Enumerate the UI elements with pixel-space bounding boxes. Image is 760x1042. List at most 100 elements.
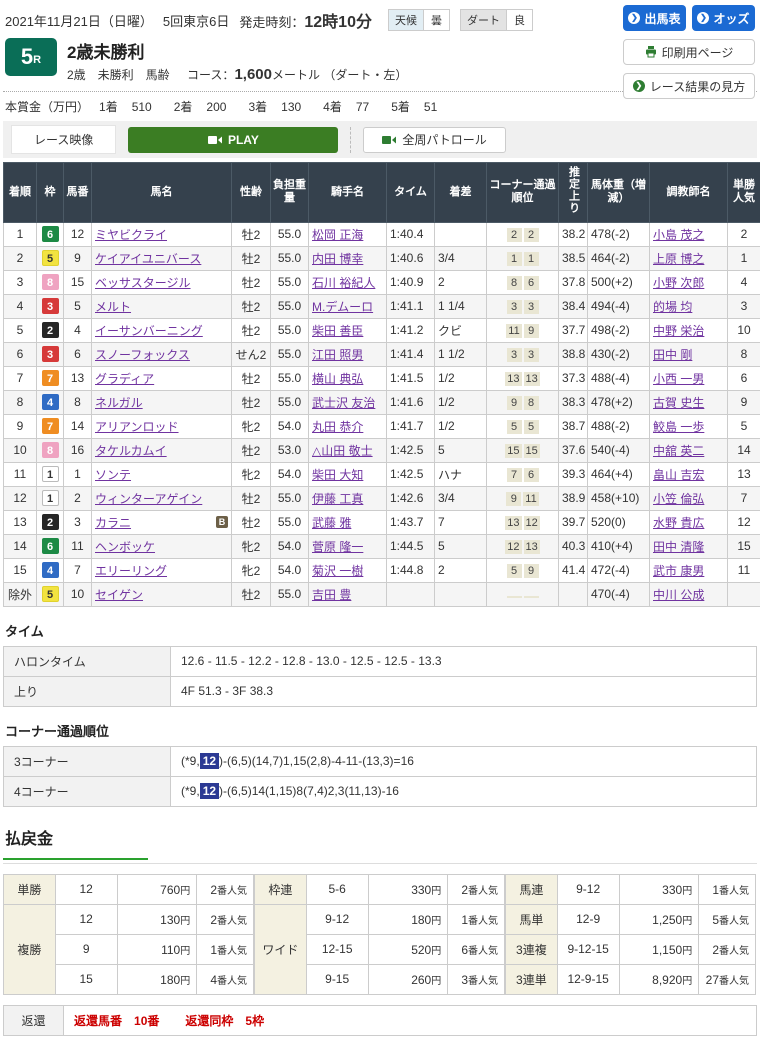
- odds-button[interactable]: ❯オッズ: [692, 5, 755, 31]
- corner-position-box: 5: [524, 420, 539, 434]
- horse-name-link[interactable]: メルト: [95, 300, 131, 314]
- horse-name-link[interactable]: タケルカムイ: [95, 444, 167, 458]
- refund-items: 返還馬番10番返還同枠5枠: [74, 1014, 264, 1028]
- last-3f-cell: 39.7: [559, 510, 588, 534]
- payout-amount-unit: 円: [682, 916, 692, 927]
- corner-position-box: 8: [507, 276, 522, 290]
- corner-position-box: 8: [524, 396, 539, 410]
- trainer-name-link[interactable]: 中野 栄治: [653, 324, 704, 338]
- payout-bet-type: 3連複: [506, 934, 558, 964]
- payout-combination: 9-12-15: [557, 934, 619, 964]
- jockey-name-link[interactable]: 石川 裕紀人: [312, 276, 375, 290]
- trainer-name-link[interactable]: 小島 茂之: [653, 228, 704, 242]
- result-row: 1323Bカラニ牡255.0武藤 雅1:43.77131239.7520(0)水…: [4, 510, 760, 534]
- horse-name-link[interactable]: ケイアイユニバース: [95, 252, 201, 266]
- trainer-name-link[interactable]: 田中 剛: [653, 348, 692, 362]
- last-3f-cell: 40.3: [559, 534, 588, 558]
- last-3f-cell: 37.3: [559, 366, 588, 390]
- horse-name-link[interactable]: セイゲン: [95, 588, 143, 602]
- jockey-name-link[interactable]: 伊藤 工真: [312, 492, 363, 506]
- results-column-header: 性齢: [232, 163, 271, 223]
- jockey-name-link[interactable]: 柴田 善臣: [312, 324, 363, 338]
- jockey-name-link[interactable]: 丸田 恭介: [312, 420, 363, 434]
- trainer-name-link[interactable]: 武市 康男: [653, 564, 704, 578]
- result-row: 524イーサンバーニング牡255.0柴田 善臣1:41.2クビ11937.749…: [4, 318, 760, 342]
- sex-age-cell: 牝2: [232, 414, 271, 438]
- horse-number-cell: 6: [64, 342, 92, 366]
- jockey-name-link[interactable]: 菊沢 一樹: [312, 564, 363, 578]
- body-weight-cell: 520(0): [588, 510, 650, 534]
- time-row-value: 4F 51.3 - 3F 38.3: [171, 676, 757, 706]
- win-popularity-cell: 1: [728, 246, 760, 270]
- sex-age-cell: 牝2: [232, 558, 271, 582]
- horse-name-link[interactable]: ネルガル: [95, 396, 143, 410]
- trainer-name-link[interactable]: 鮫島 一歩: [653, 420, 704, 434]
- margin-cell: [435, 222, 487, 246]
- payout-popularity: 27番人気: [699, 964, 756, 994]
- trainer-name-link[interactable]: 畠山 吉宏: [653, 468, 704, 482]
- horse-name-link[interactable]: グラディア: [95, 372, 154, 386]
- patrol-video-button[interactable]: 全周パトロール: [363, 127, 505, 153]
- payout-popularity: 2番人気: [448, 874, 505, 904]
- horse-name-link[interactable]: エリーリング: [95, 564, 167, 578]
- last-3f-cell: 41.4: [559, 558, 588, 582]
- trainer-name-link[interactable]: 田中 清隆: [653, 540, 704, 554]
- horse-name-link[interactable]: イーサンバーニング: [95, 324, 203, 338]
- payout-amount-unit: 円: [180, 916, 190, 927]
- trainer-name-link[interactable]: 水野 貴広: [653, 516, 704, 530]
- result-row: 636スノーフォックスせん255.0江田 照男1:41.41 1/23338.8…: [4, 342, 760, 366]
- horse-name-link[interactable]: ヘンボッケ: [95, 540, 155, 554]
- win-popularity-cell: 9: [728, 390, 760, 414]
- trainer-cell: 小野 次郎: [650, 270, 728, 294]
- jockey-name-link[interactable]: △山田 敬士: [312, 444, 373, 458]
- payout-popularity: 6番人気: [448, 934, 505, 964]
- payout-bet-type: 馬連: [506, 874, 558, 904]
- jockey-name-link[interactable]: M.デムーロ: [312, 300, 373, 314]
- corner-position-box: 9: [507, 396, 522, 410]
- horse-name-link[interactable]: ベッサスタージル: [95, 276, 191, 290]
- jockey-name-link[interactable]: 柴田 大知: [312, 468, 363, 482]
- jockey-name-link[interactable]: 菅原 隆一: [312, 540, 363, 554]
- corner-position-box: 3: [524, 348, 539, 362]
- horse-name-link[interactable]: スノーフォックス: [95, 348, 190, 362]
- jockey-name-link[interactable]: 内田 博幸: [312, 252, 363, 266]
- payout-amount: 330円: [619, 874, 699, 904]
- time-row-label: 上り: [4, 676, 171, 706]
- jockey-name-link[interactable]: 武士沢 友治: [312, 396, 375, 410]
- horse-name-cell: スノーフォックス: [92, 342, 232, 366]
- payout-amount: 130円: [117, 904, 197, 934]
- horse-name-link[interactable]: アリアンロッド: [95, 420, 179, 434]
- jockey-name-link[interactable]: 吉田 豊: [312, 588, 351, 602]
- trainer-name-link[interactable]: 中川 公成: [653, 588, 704, 602]
- horse-number-cell: 11: [64, 534, 92, 558]
- trainer-name-link[interactable]: 古賀 史生: [653, 396, 704, 410]
- trainer-name-link[interactable]: 上原 博之: [653, 252, 704, 266]
- trainer-name-link[interactable]: 小笠 倫弘: [653, 492, 704, 506]
- horse-name-link[interactable]: ウィンターアゲイン: [95, 492, 202, 506]
- horse-number-cell: 1: [64, 462, 92, 486]
- payout-amount-unit: 円: [431, 916, 441, 927]
- frame-number-badge: 7: [42, 418, 59, 434]
- corner-position-box: 2: [507, 228, 522, 242]
- corner-row-label: 4コーナー: [4, 776, 171, 806]
- horse-name-link[interactable]: カラニ: [95, 516, 131, 530]
- payout-popularity-unit: 番人気: [468, 976, 498, 987]
- jockey-name-link[interactable]: 横山 典弘: [312, 372, 363, 386]
- trainer-name-link[interactable]: 小西 一男: [653, 372, 704, 386]
- result-row: 9714アリアンロッド牝254.0丸田 恭介1:41.71/25538.7488…: [4, 414, 760, 438]
- horse-name-link[interactable]: ミヤビクライ: [95, 228, 167, 242]
- play-button[interactable]: PLAY: [128, 127, 338, 153]
- print-page-button[interactable]: 印刷用ページ: [623, 39, 755, 65]
- body-weight-cell: 458(+10): [588, 486, 650, 510]
- shutsuba-button[interactable]: ❯出馬表: [623, 5, 686, 31]
- horse-name-link[interactable]: ソンテ: [95, 468, 131, 482]
- carried-weight-cell: 54.0: [271, 558, 309, 582]
- jockey-name-link[interactable]: 江田 照男: [312, 348, 363, 362]
- trainer-name-link[interactable]: 小野 次郎: [653, 276, 704, 290]
- jockey-name-link[interactable]: 武藤 雅: [312, 516, 351, 530]
- trainer-name-link[interactable]: 中舘 英二: [653, 444, 704, 458]
- trainer-name-link[interactable]: 的場 均: [653, 300, 692, 314]
- jockey-cell: 内田 博幸: [309, 246, 387, 270]
- jockey-name-link[interactable]: 松岡 正海: [312, 228, 363, 242]
- result-guide-button[interactable]: ❯レース結果の見方: [623, 73, 755, 99]
